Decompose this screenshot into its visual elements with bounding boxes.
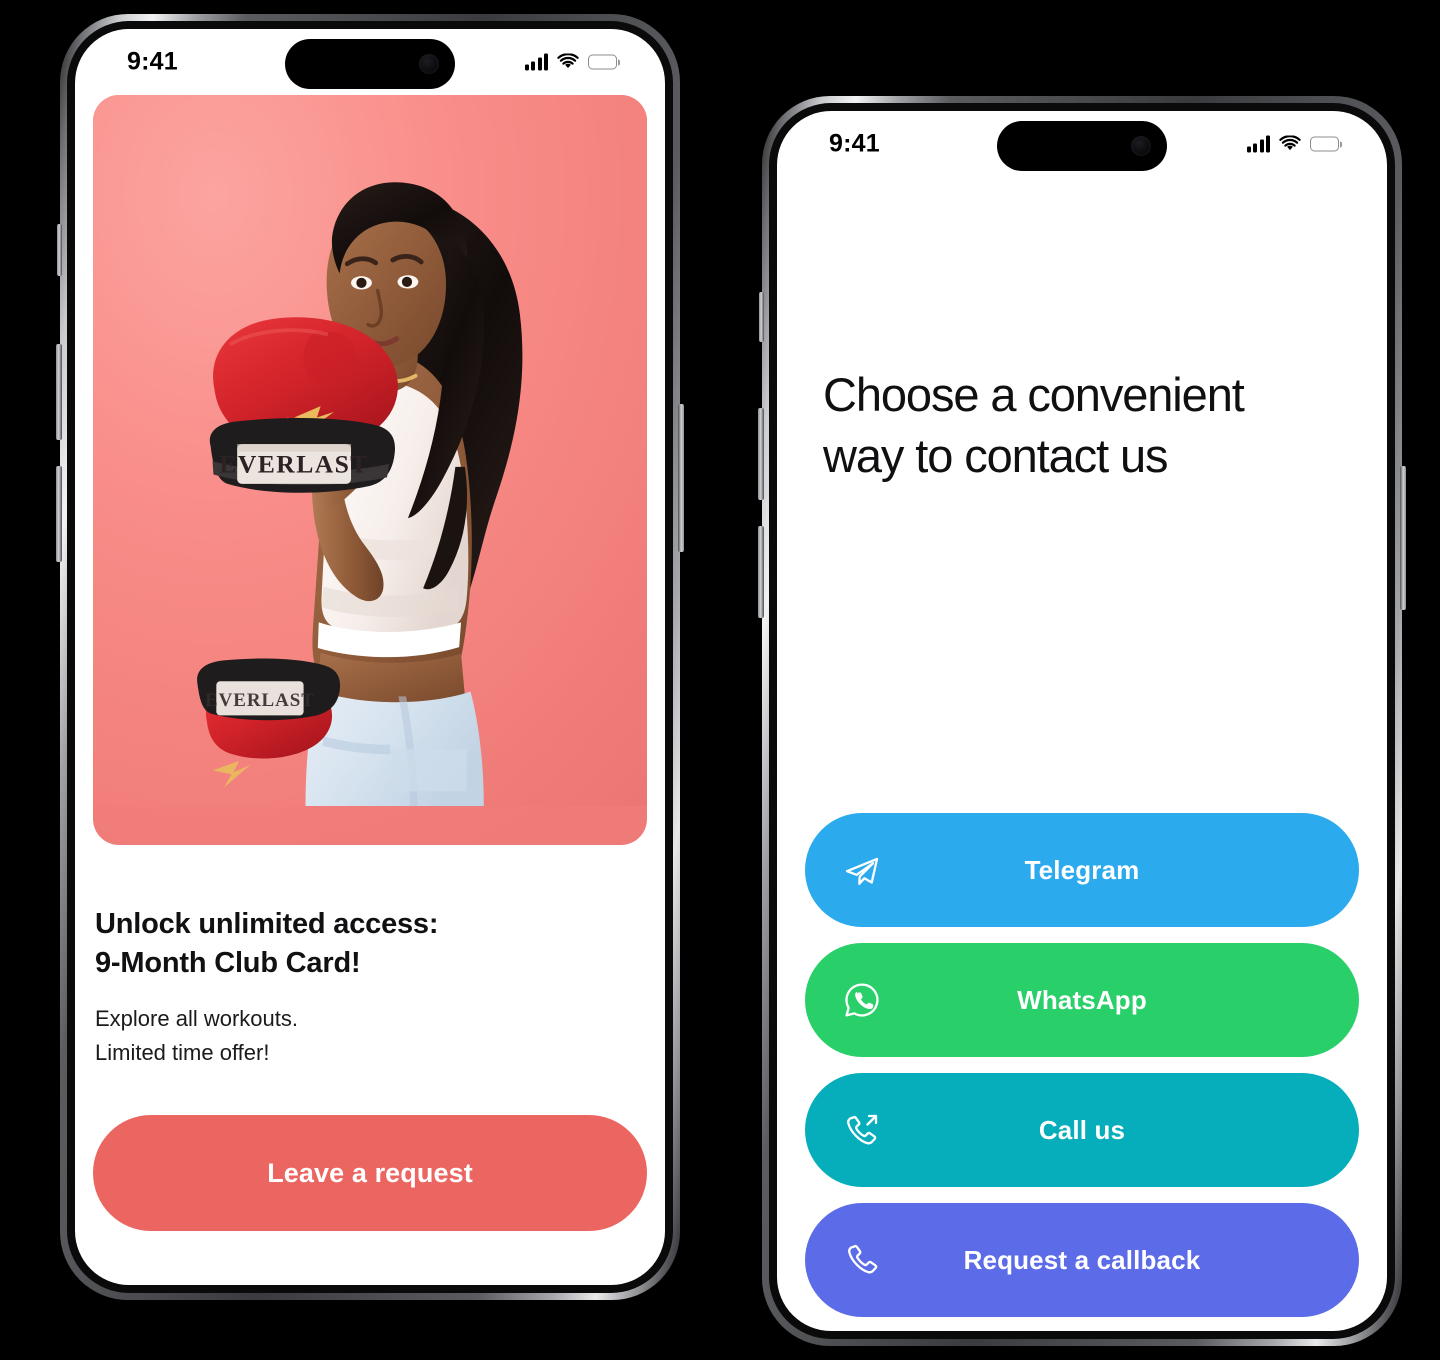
whatsapp-button[interactable]: WhatsApp	[805, 943, 1359, 1057]
volume-down-button[interactable]	[758, 526, 764, 618]
silent-switch[interactable]	[57, 224, 62, 276]
telegram-paper-plane-icon	[841, 849, 883, 891]
call-us-button[interactable]: Call us	[805, 1073, 1359, 1187]
cellular-bars-icon	[524, 53, 548, 71]
battery-icon	[1310, 136, 1339, 152]
status-bar-time: 9:41	[127, 47, 178, 76]
whatsapp-icon	[841, 979, 883, 1021]
promo-subtitle: Explore all workouts. Limited time offer…	[95, 1002, 647, 1069]
phone-outgoing-icon	[841, 1109, 883, 1151]
dynamic-island	[285, 39, 455, 89]
whatsapp-button-label: WhatsApp	[1017, 984, 1147, 1015]
wifi-icon	[557, 53, 579, 69]
wifi-icon	[1279, 135, 1301, 151]
request-a-callback-button[interactable]: Request a callback	[805, 1203, 1359, 1317]
contact-options-list: Telegram WhatsApp Call us Request a call…	[805, 813, 1359, 1317]
leave-a-request-button[interactable]: Leave a request	[93, 1115, 647, 1231]
promo-title: Unlock unlimited access: 9-Month Club Ca…	[95, 905, 647, 982]
phone-screen-left: 9:41 EVERLAST EVERLAST Unlock unlimited …	[75, 29, 665, 1285]
status-bar-indicators	[1246, 135, 1339, 153]
call-us-button-label: Call us	[1038, 1114, 1126, 1145]
promo-title-line-1: Unlock unlimited access:	[95, 908, 439, 940]
silent-switch[interactable]	[759, 292, 764, 342]
front-camera-icon	[1131, 136, 1151, 156]
dynamic-island	[997, 121, 1167, 171]
right-screen-content: 9:41 Choose a convenient way to contact …	[777, 111, 1387, 1331]
front-camera-icon	[419, 54, 439, 74]
power-button[interactable]	[678, 404, 684, 552]
hero-image: EVERLAST EVERLAST	[93, 95, 647, 845]
power-button[interactable]	[1400, 466, 1406, 610]
svg-text:EVERLAST: EVERLAST	[205, 690, 315, 711]
promo-title-line-2: 9-Month Club Card!	[95, 946, 361, 979]
promo-text-block: Unlock unlimited access: 9-Month Club Ca…	[93, 845, 647, 1069]
volume-up-button[interactable]	[758, 408, 764, 500]
contact-title-line-1: Choose a convenient	[823, 368, 1245, 421]
status-bar-left: 9:41	[75, 29, 665, 95]
phone-handset-icon	[841, 1239, 883, 1281]
status-bar-indicators	[524, 53, 617, 71]
promo-subtitle-line-1: Explore all workouts.	[95, 1006, 298, 1032]
contact-page-title: Choose a convenient way to contact us	[777, 177, 1387, 486]
telegram-button[interactable]: Telegram	[805, 813, 1359, 927]
boxing-glove-upper: EVERLAST	[209, 317, 398, 493]
phone-screen-right: 9:41 Choose a convenient way to contact …	[777, 111, 1387, 1331]
volume-up-button[interactable]	[56, 344, 62, 440]
battery-icon	[588, 54, 617, 70]
phone-mockup-left: 9:41 EVERLAST EVERLAST Unlock unlimited …	[56, 14, 684, 1300]
cellular-bars-icon	[1246, 135, 1270, 153]
cta-container: Leave a request	[93, 1069, 647, 1231]
promo-subtitle-line-2: Limited time offer!	[95, 1039, 270, 1065]
status-bar-time: 9:41	[829, 129, 880, 158]
left-screen-content: EVERLAST EVERLAST Unlock unlimited acces…	[75, 95, 665, 1231]
boxer-photo-illustration: EVERLAST EVERLAST	[93, 95, 647, 807]
contact-title-line-2: way to contact us	[823, 428, 1169, 482]
glove-brand-text: EVERLAST	[219, 450, 368, 479]
status-bar-right: 9:41	[777, 111, 1387, 177]
volume-down-button[interactable]	[56, 466, 62, 562]
screenshot-stage: 9:41 EVERLAST EVERLAST Unlock unlimited …	[0, 0, 1440, 1360]
telegram-button-label: Telegram	[1024, 854, 1140, 885]
request-a-callback-button-label: Request a callback	[963, 1244, 1201, 1275]
phone-mockup-right: 9:41 Choose a convenient way to contact …	[758, 96, 1406, 1346]
